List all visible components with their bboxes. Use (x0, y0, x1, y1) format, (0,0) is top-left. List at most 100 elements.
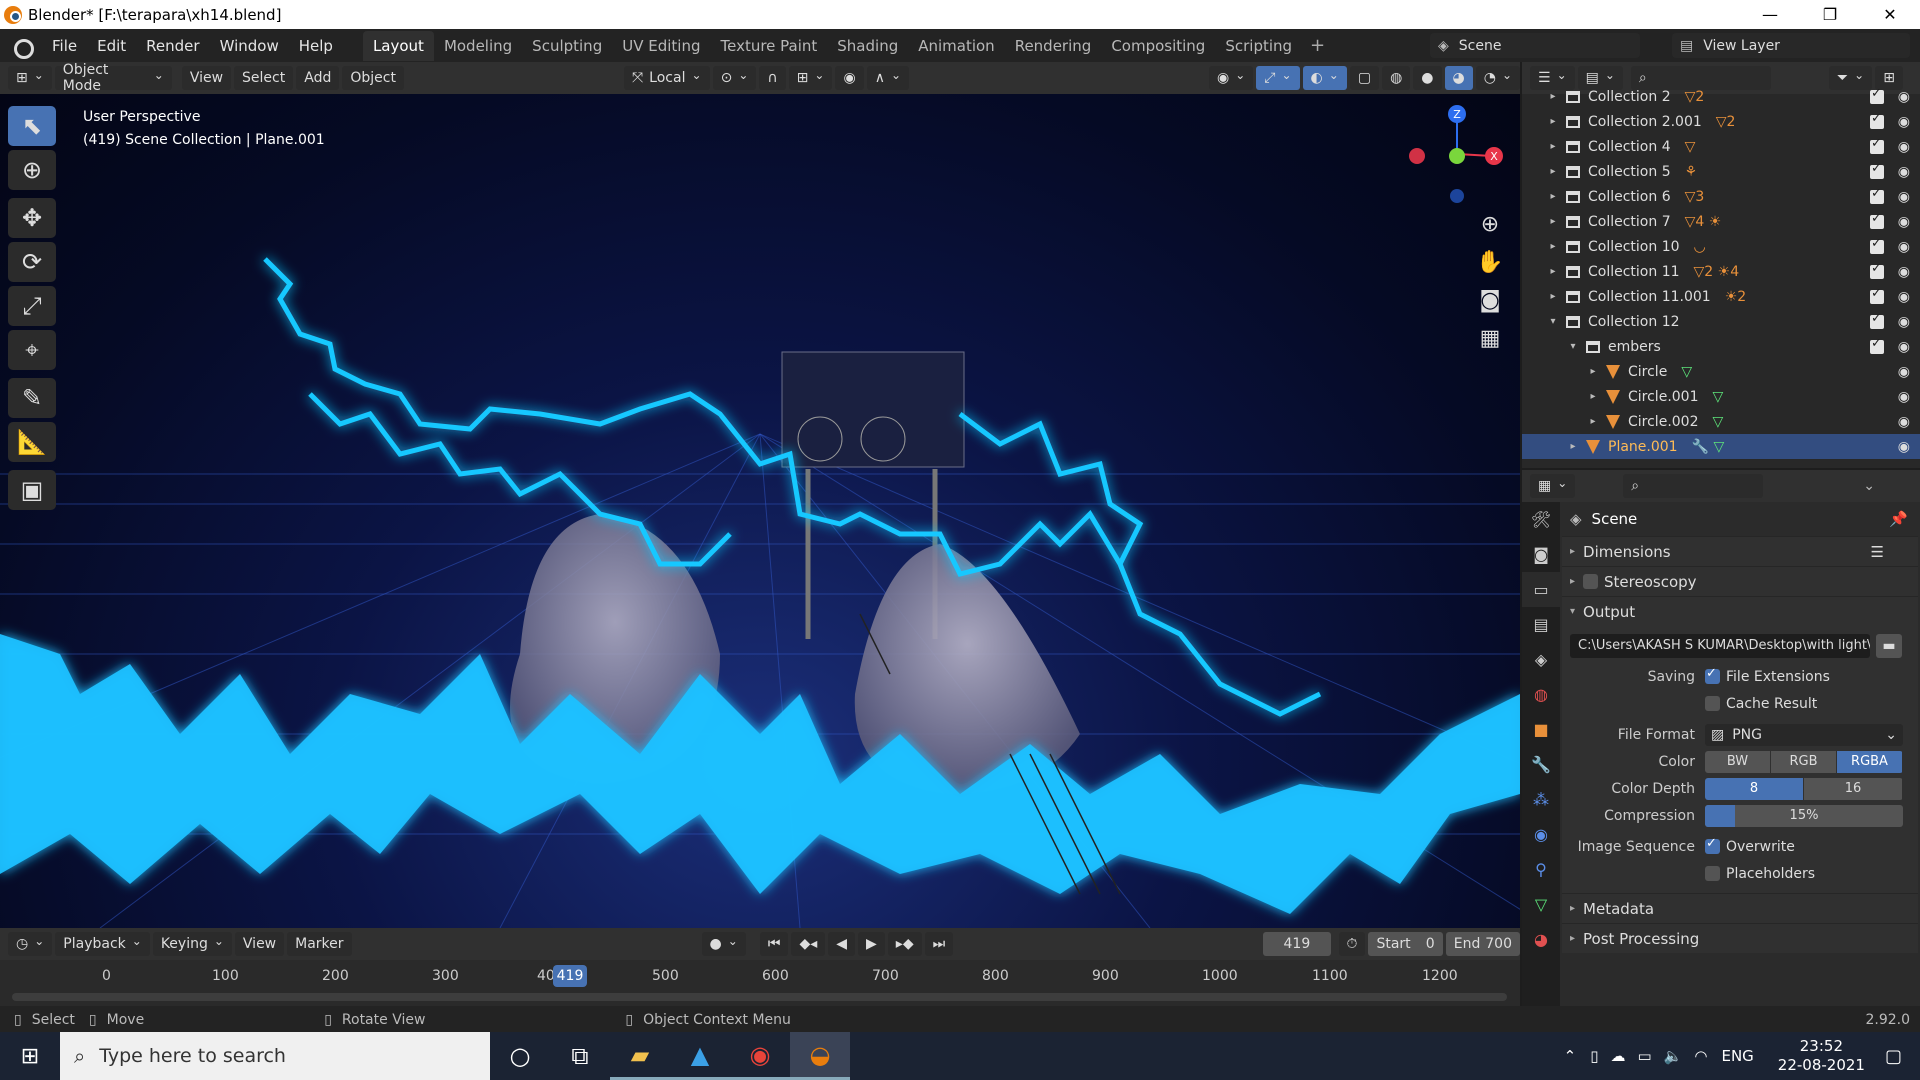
eye-visibility-icon[interactable]: ◉ (1898, 314, 1910, 330)
expand-arrow-icon[interactable]: ▸ (1546, 91, 1560, 102)
gizmo-toggle[interactable]: ⤢ (1256, 66, 1300, 90)
tab-modifiers[interactable]: 🔧 (1522, 747, 1560, 782)
object-menu[interactable]: Object (342, 66, 404, 90)
tab-scripting[interactable]: Scripting (1215, 31, 1302, 61)
cache-result-checkbox[interactable] (1705, 696, 1720, 711)
play-button[interactable]: ▶ (858, 932, 885, 956)
properties-options-icon[interactable]: ⌄ (1863, 478, 1875, 494)
depth-8-button[interactable]: 8 (1705, 777, 1803, 800)
ortho-toggle-button[interactable]: ▦ (1474, 322, 1506, 354)
outliner-row[interactable]: ▸ Circle.002 ▽ ◉ (1522, 409, 1920, 434)
output-path-field[interactable]: C:\Users\AKASH S KUMAR\Desktop\with ligh… (1570, 633, 1870, 658)
properties-editor-type[interactable]: ▦ (1530, 474, 1576, 498)
view-menu[interactable]: View (181, 66, 232, 90)
rotate-tool[interactable]: ⟳ (8, 242, 56, 282)
playhead-frame[interactable]: 419 (553, 965, 587, 987)
exclude-checkbox[interactable] (1870, 161, 1884, 179)
tab-shading[interactable]: Shading (827, 31, 908, 61)
show-hidden-icons[interactable]: ⌃ (1564, 1047, 1577, 1065)
end-frame-field[interactable]: End 700 (1445, 932, 1520, 956)
outliner-row[interactable]: ▸ Collection 7 ▽4 ☀ ◉ (1522, 209, 1920, 234)
color-rgba-button[interactable]: RGBA (1837, 750, 1902, 773)
overwrite-checkbox[interactable] (1705, 836, 1720, 854)
shading-solid[interactable]: ● (1413, 66, 1442, 90)
eye-visibility-icon[interactable]: ◉ (1898, 289, 1910, 305)
pin-icon[interactable]: 📌 (1889, 510, 1908, 528)
start-frame-field[interactable]: Start 0 (1368, 932, 1443, 956)
outliner-row[interactable]: ▸ Collection 5 ⚘ ◉ (1522, 159, 1920, 184)
onedrive-icon[interactable]: ☁ (1611, 1047, 1626, 1065)
compression-slider[interactable]: 15% (1705, 804, 1903, 827)
add-menu[interactable]: Add (296, 66, 340, 90)
exclude-checkbox[interactable] (1870, 186, 1884, 204)
timeline-area[interactable]: 0 100 200 300 40 500 600 700 800 900 1000 1100 1200 … (0, 960, 1520, 1008)
menu-help[interactable]: Help (289, 37, 343, 55)
tab-physics[interactable]: ◉ (1522, 817, 1560, 852)
gizmo-neg-z[interactable] (1450, 189, 1464, 203)
exclude-checkbox[interactable] (1870, 86, 1884, 104)
overlay-toggle[interactable]: ◐ (1302, 66, 1347, 90)
xray-toggle[interactable]: ▢ (1349, 66, 1380, 90)
outliner-row[interactable]: ▸ Collection 4 ▽ ◉ (1522, 134, 1920, 159)
color-rgb-button[interactable]: RGB (1771, 750, 1836, 773)
measure-tool[interactable]: 📐 (8, 422, 56, 462)
expand-arrow-icon[interactable]: ▸ (1546, 191, 1560, 202)
exclude-checkbox[interactable] (1870, 111, 1884, 129)
tab-modeling[interactable]: Modeling (434, 31, 522, 61)
expand-arrow-icon[interactable]: ▸ (1546, 216, 1560, 227)
expand-arrow-icon[interactable]: ▸ (1546, 291, 1560, 302)
jump-start-button[interactable]: ⏮ (759, 932, 789, 956)
file-explorer-button[interactable]: ▰ (610, 1032, 670, 1080)
presets-icon[interactable]: ☰ (1871, 543, 1884, 561)
timeline-view-menu[interactable]: View (234, 932, 285, 956)
tab-rendering[interactable]: Rendering (1005, 31, 1102, 61)
jump-end-button[interactable]: ⏭ (924, 932, 954, 956)
shading-material[interactable]: ◕ (1444, 66, 1473, 90)
minimize-button[interactable]: — (1740, 0, 1800, 29)
tab-texture-paint[interactable]: Texture Paint (710, 31, 827, 61)
marker-menu[interactable]: Marker (287, 932, 352, 956)
move-tool[interactable]: ✥ (8, 198, 56, 238)
eye-visibility-icon[interactable]: ◉ (1898, 89, 1910, 105)
blender-taskbar-button[interactable]: ◒ (790, 1032, 850, 1080)
tab-sculpting[interactable]: Sculpting (522, 31, 612, 61)
tab-object[interactable]: ■ (1522, 712, 1560, 747)
panel-stereoscopy[interactable]: ▸ Stereoscopy (1562, 566, 1918, 596)
snap-mode-button[interactable]: ⊞ (788, 66, 833, 90)
camera-view-button[interactable]: ◙ (1474, 284, 1506, 316)
tab-scene[interactable]: ◈ (1522, 642, 1560, 677)
expand-arrow-icon[interactable]: ▸ (1546, 266, 1560, 277)
eye-visibility-icon[interactable]: ◉ (1898, 389, 1910, 405)
exclude-checkbox[interactable] (1870, 211, 1884, 229)
playback-menu[interactable]: Playback (55, 932, 150, 956)
color-bw-button[interactable]: BW (1705, 750, 1770, 773)
menu-file[interactable]: File (42, 37, 87, 55)
snap-button[interactable]: ∩ (759, 66, 786, 90)
select-box-tool[interactable]: ⬉ (8, 106, 56, 146)
expand-arrow-icon[interactable]: ▸ (1586, 416, 1600, 427)
outliner-row[interactable]: ▸ Collection 2 ▽2 ◉ (1522, 84, 1920, 109)
scene-selector[interactable]: ◈ Scene (1430, 33, 1640, 58)
pivot-button[interactable]: ⊙ (712, 66, 757, 90)
volume-icon[interactable]: 🔈 (1664, 1047, 1683, 1065)
gizmo-neg-x[interactable] (1409, 148, 1425, 164)
keying-menu[interactable]: Keying (152, 932, 232, 956)
panel-post-processing[interactable]: ▸ Post Processing (1562, 923, 1918, 953)
menu-window[interactable]: Window (210, 37, 289, 55)
play-reverse-button[interactable]: ◀ (828, 932, 856, 956)
tab-layout[interactable]: Layout (362, 30, 434, 61)
transform-orientation-selector[interactable]: ⤧ Local (623, 66, 710, 90)
cortana-button[interactable]: ○ (490, 1032, 550, 1080)
outliner-row[interactable]: ▸ Collection 10 ◡ ◉ (1522, 234, 1920, 259)
tab-constraints[interactable]: ⚲ (1522, 852, 1560, 887)
eye-visibility-icon[interactable]: ◉ (1898, 114, 1910, 130)
annotate-tool[interactable]: ✎ (8, 378, 56, 418)
add-cube-tool[interactable]: ▣ (8, 470, 56, 510)
exclude-checkbox[interactable] (1870, 336, 1884, 354)
outliner-row[interactable]: ▾ Collection 12 ◉ (1522, 309, 1920, 334)
wifi-icon[interactable]: ◠ (1694, 1047, 1707, 1065)
timeline-editor-type[interactable]: ◷ (8, 932, 53, 956)
current-frame-field[interactable]: 419 (1263, 932, 1331, 956)
blender-menu-icon[interactable] (12, 36, 34, 59)
expand-arrow-icon[interactable]: ▸ (1546, 141, 1560, 152)
